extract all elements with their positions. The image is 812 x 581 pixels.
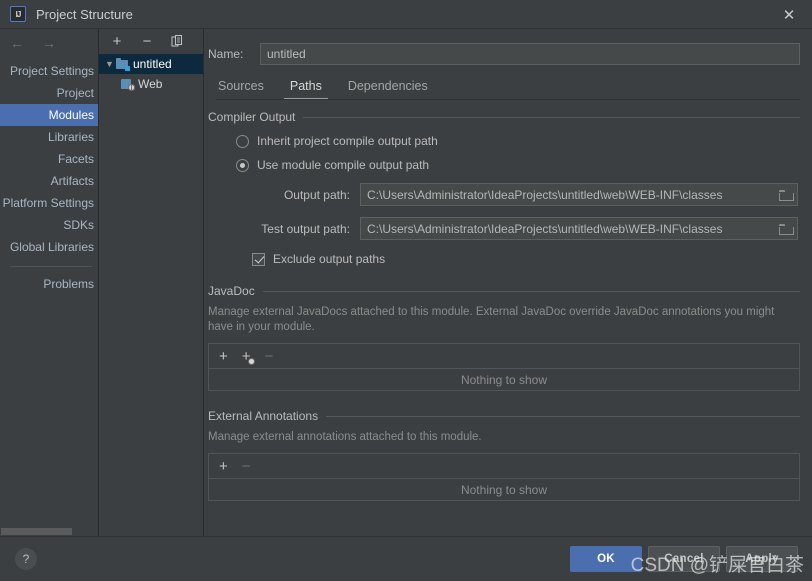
module-tree-toolbar: + − [99,29,203,54]
dialog-footer: ? OK Cancel Apply CSDN @铲屎官白茶 [0,536,812,581]
tab-paths[interactable]: Paths [283,77,328,100]
output-path-label: Output path: [283,187,350,202]
tree-node-label: untitled [133,57,172,71]
module-name-row: Name: [204,29,812,65]
arrow-left-icon[interactable]: ← [10,36,24,50]
sidebar-item-facets[interactable]: Facets [0,148,98,170]
output-path-row: Output path: [208,183,800,206]
folder-browse-icon [778,223,794,235]
download-badge-icon [247,357,255,365]
sidebar-item-artifacts[interactable]: Artifacts [0,170,98,192]
copy-icon [171,35,182,47]
module-name-label: Name: [208,47,244,61]
external-annotations-list-toolbar: + − [208,453,800,478]
ok-button[interactable]: OK [570,546,642,572]
settings-nav-pane: ← → Project Settings Project Modules Lib… [0,29,99,536]
radio-button-unchecked-icon[interactable] [236,134,249,148]
chevron-down-icon[interactable]: ▼ [103,59,116,69]
radio-use-module-output[interactable]: Use module compile output path [236,158,800,172]
test-output-path-row: Test output path: [208,217,800,240]
javadoc-list-toolbar: + + − [208,343,800,368]
javadoc-empty-list: Nothing to show [208,368,800,391]
arrow-right-icon[interactable]: → [42,36,56,50]
test-output-path-field-wrap [360,217,798,240]
sidebar-group-platform-settings: Platform Settings [2,196,94,210]
sidebar-item-problems[interactable]: Problems [0,273,98,295]
radio-label: Inherit project compile output path [257,134,438,148]
section-rule [326,415,800,417]
javadoc-header: JavaDoc [208,284,800,298]
copy-module-button[interactable] [169,34,185,50]
external-annotations-add-button[interactable]: + [219,459,228,474]
external-annotations-section: External Annotations Manage external ann… [208,409,800,501]
add-module-button[interactable]: + [109,34,125,50]
external-annotations-header: External Annotations [208,409,800,423]
section-title: Compiler Output [208,110,296,124]
tree-node-web[interactable]: Web [99,74,203,94]
exclude-output-paths-checkbox-row[interactable]: Exclude output paths [252,252,800,266]
test-output-path-input[interactable] [361,221,773,236]
section-title: External Annotations [208,409,319,423]
compiler-output-section: Compiler Output Inherit project compile … [208,110,800,266]
footer-button-group: OK Cancel Apply [570,546,798,572]
dialog-body: ← → Project Settings Project Modules Lib… [0,29,812,536]
module-tree-pane: + − ▼ untitled Web [99,29,204,536]
output-path-field-wrap [360,183,798,206]
radio-button-checked-icon[interactable] [236,158,249,172]
javadoc-add-button[interactable]: + [219,349,228,364]
javadoc-description: Manage external JavaDocs attached to thi… [208,306,775,333]
title-bar: IJ Project Structure ✕ [0,0,812,29]
sidebar-item-global-libraries[interactable]: Global Libraries [0,236,98,258]
settings-nav-list: Project Settings Project Modules Librari… [0,56,98,536]
sidebar-horizontal-scrollbar[interactable] [0,527,98,536]
tabs-underline [216,99,800,100]
javadoc-section: JavaDoc Manage external JavaDocs attache… [208,284,800,391]
section-rule [303,116,800,118]
tab-dependencies[interactable]: Dependencies [346,77,430,100]
close-icon[interactable]: ✕ [766,0,812,29]
external-annotations-empty-list: Nothing to show [208,478,800,501]
radio-label: Use module compile output path [257,158,430,172]
scrollbar-thumb[interactable] [1,528,72,535]
app-logo-icon: IJ [10,6,26,22]
javadoc-add-download-button[interactable]: + [242,349,255,365]
apply-button[interactable]: Apply [726,546,798,572]
module-name-input[interactable] [260,43,800,65]
checkbox-label: Exclude output paths [273,252,386,266]
checkbox-checked-icon[interactable] [252,252,265,266]
tab-sources[interactable]: Sources [216,77,266,100]
compiler-output-header: Compiler Output [208,110,800,124]
nav-history-controls: ← → [0,29,98,56]
sidebar-item-sdks[interactable]: SDKs [0,214,98,236]
module-tree-list: ▼ untitled Web [99,54,203,536]
radio-inherit-project-output[interactable]: Inherit project compile output path [236,134,800,148]
sidebar-group-project-settings: Project Settings [9,64,94,78]
external-annotations-description: Manage external annotations attached to … [208,431,482,443]
test-output-path-label: Test output path: [261,221,350,236]
sidebar-item-project[interactable]: Project [0,82,98,104]
tree-node-label: Web [138,77,163,91]
folder-browse-icon [778,189,794,201]
module-icon [116,58,130,71]
remove-module-button[interactable]: − [139,34,155,50]
test-output-path-browse-button[interactable] [773,218,797,239]
web-facet-icon [121,78,135,91]
help-button[interactable]: ? [15,548,37,570]
cancel-button[interactable]: Cancel [648,546,720,572]
tree-node-untitled[interactable]: ▼ untitled [99,54,203,74]
output-path-input[interactable] [361,187,773,202]
section-title: JavaDoc [208,284,255,298]
section-rule [262,290,800,292]
window-title: Project Structure [36,6,133,22]
module-settings-content: Name: Sources Paths Dependencies Compile… [204,29,812,536]
javadoc-remove-button[interactable]: − [265,349,274,364]
sidebar-divider [10,266,92,267]
sidebar-item-libraries[interactable]: Libraries [0,126,98,148]
external-annotations-remove-button[interactable]: − [242,459,251,474]
output-path-browse-button[interactable] [773,184,797,205]
sidebar-item-modules[interactable]: Modules [0,104,98,126]
module-tabs: Sources Paths Dependencies [216,77,812,100]
